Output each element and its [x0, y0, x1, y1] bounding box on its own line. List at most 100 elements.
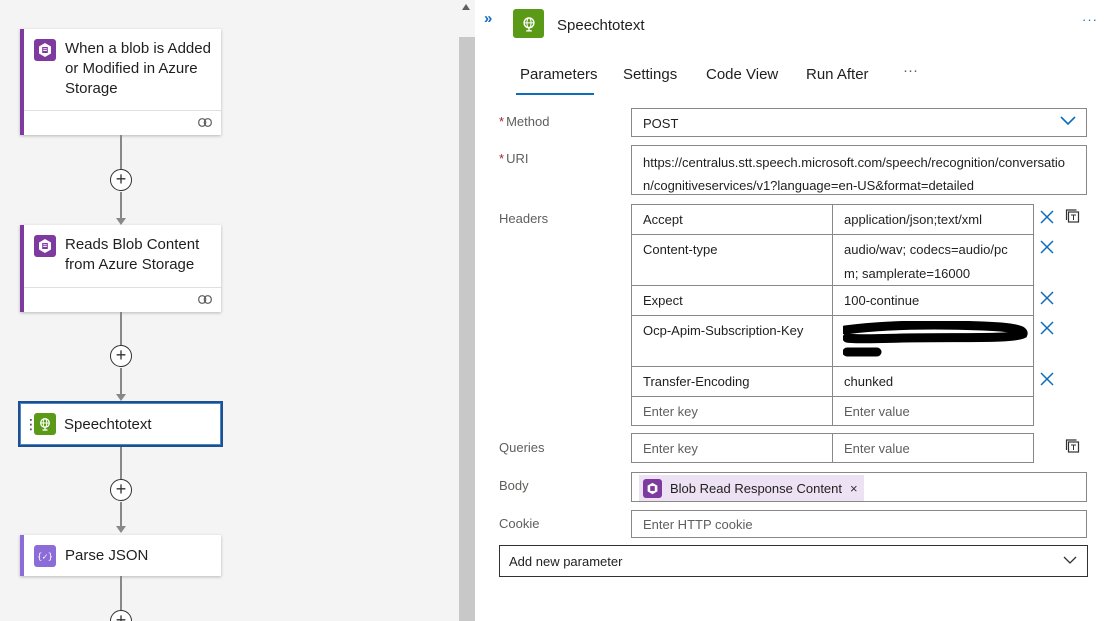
svg-text:{✓}: {✓}	[38, 552, 52, 562]
connector-line	[120, 576, 122, 611]
query-key-input[interactable]: Enter key	[631, 433, 833, 463]
connector-line	[120, 368, 122, 394]
canvas-scrollbar-thumb[interactable]	[459, 37, 475, 621]
header-value-cell[interactable]: application/json;text/xml	[832, 204, 1034, 235]
header-value-cell[interactable]: 100-continue	[832, 285, 1034, 316]
header-key-cell[interactable]: Content-type	[631, 234, 833, 286]
uri-input[interactable]: https://centralus.stt.speech.microsoft.c…	[631, 145, 1087, 195]
method-label: * Method	[499, 114, 549, 129]
read-blob-card-footer	[24, 287, 221, 311]
connector-line	[120, 447, 122, 479]
queries-label: Queries	[499, 440, 545, 455]
uri-label: * URI	[499, 151, 528, 166]
designer-canvas: When a blob is Added or Modified in Azur…	[0, 0, 459, 621]
delete-header-icon[interactable]	[1040, 210, 1054, 224]
tab-parameters[interactable]: Parameters	[520, 66, 598, 83]
remove-token-icon[interactable]: ×	[850, 481, 858, 496]
header-key-cell[interactable]: Ocp-Apim-Subscription-Key	[631, 315, 833, 367]
method-label-text: Method	[506, 114, 550, 129]
key-placeholder: Enter key	[643, 404, 698, 419]
required-marker: *	[499, 114, 505, 129]
panel-title: Speechtotext	[557, 17, 645, 34]
header-key-cell[interactable]: Accept	[631, 204, 833, 235]
insert-step-button[interactable]: +	[110, 610, 132, 621]
new-header-key-input[interactable]: Enter key	[631, 396, 833, 426]
switch-to-text-mode-icon[interactable]	[1065, 438, 1081, 454]
header-value: audio/wav; codecs=audio/pcm; samplerate=…	[844, 242, 1008, 281]
cookie-label: Cookie	[499, 516, 540, 531]
delete-header-icon[interactable]	[1040, 240, 1054, 254]
chevron-down-icon	[1060, 116, 1076, 126]
drag-handle-icon[interactable]: ⋮	[24, 416, 38, 433]
scroll-up-arrow-icon[interactable]	[462, 4, 470, 10]
body-label: Body	[499, 478, 529, 493]
header-value: application/json;text/xml	[844, 212, 983, 227]
parse-json-title: Parse JSON	[65, 547, 149, 564]
uri-label-text: URI	[506, 151, 529, 166]
cookie-input[interactable]: Enter HTTP cookie	[631, 510, 1087, 538]
insert-step-button[interactable]: +	[110, 479, 132, 501]
header-value-cell-redacted[interactable]	[832, 315, 1034, 367]
connector-line	[120, 192, 122, 218]
delete-header-icon[interactable]	[1040, 291, 1054, 305]
connector-line	[120, 502, 122, 526]
speechtotext-title: Speechtotext	[64, 415, 152, 433]
add-new-parameter-dropdown[interactable]: Add new parameter	[499, 545, 1088, 577]
collapse-panel-icon[interactable]: »	[484, 10, 492, 27]
blob-storage-icon	[643, 478, 662, 498]
required-marker: *	[499, 151, 505, 166]
speech-globe-icon	[34, 413, 56, 435]
cookie-placeholder: Enter HTTP cookie	[643, 517, 753, 532]
value-placeholder: Enter value	[844, 441, 910, 456]
speech-globe-icon	[513, 9, 544, 38]
read-blob-card[interactable]: Reads Blob Content from Azure Storage	[20, 225, 221, 312]
dynamic-content-token[interactable]: Blob Read Response Content ×	[639, 475, 864, 501]
query-value-input[interactable]: Enter value	[832, 433, 1034, 463]
blob-storage-icon	[34, 235, 56, 257]
header-key-cell[interactable]: Transfer-Encoding	[631, 366, 833, 397]
tab-code-view[interactable]: Code View	[706, 66, 778, 83]
panel-more-options-icon[interactable]: ···	[1082, 12, 1098, 27]
header-key: Content-type	[643, 242, 718, 257]
arrow-head-icon	[116, 526, 126, 533]
trigger-card[interactable]: When a blob is Added or Modified in Azur…	[20, 29, 221, 135]
arrow-head-icon	[116, 218, 126, 225]
link-icon	[198, 118, 212, 127]
method-select[interactable]: POST	[631, 108, 1087, 137]
body-input[interactable]: Blob Read Response Content ×	[631, 472, 1087, 502]
new-header-value-input[interactable]: Enter value	[832, 396, 1034, 426]
arrow-head-icon	[116, 394, 126, 401]
header-key: Transfer-Encoding	[643, 374, 750, 389]
link-icon	[198, 295, 212, 304]
insert-step-button[interactable]: +	[110, 345, 132, 367]
header-value-cell[interactable]: chunked	[832, 366, 1034, 397]
header-key-cell[interactable]: Expect	[631, 285, 833, 316]
connector-line	[120, 135, 122, 173]
key-placeholder: Enter key	[643, 441, 698, 456]
tab-settings[interactable]: Settings	[623, 66, 677, 83]
read-blob-title: Reads Blob Content from Azure Storage	[65, 236, 200, 273]
speechtotext-card[interactable]: ⋮ Speechtotext	[18, 401, 223, 447]
header-value-cell[interactable]: audio/wav; codecs=audio/pcm; samplerate=…	[832, 234, 1034, 286]
header-value: 100-continue	[844, 293, 920, 308]
action-details-panel: » Speechtotext ··· Parameters Settings C…	[476, 0, 1104, 621]
header-key: Ocp-Apim-Subscription-Key	[643, 323, 804, 338]
method-value: POST	[643, 116, 679, 131]
trigger-card-footer	[24, 110, 221, 134]
parse-json-card[interactable]: {✓} Parse JSON	[20, 535, 221, 576]
add-parameter-label: Add new parameter	[509, 554, 623, 569]
value-placeholder: Enter value	[844, 404, 910, 419]
header-key: Expect	[643, 293, 683, 308]
headers-label: Headers	[499, 211, 549, 226]
blob-storage-icon	[34, 39, 56, 61]
tab-more-icon[interactable]: ···	[903, 62, 918, 79]
delete-header-icon[interactable]	[1040, 321, 1054, 335]
switch-to-text-mode-icon[interactable]	[1065, 208, 1081, 224]
connector-line	[120, 312, 122, 345]
header-key: Accept	[643, 212, 683, 227]
active-tab-indicator	[516, 93, 594, 95]
json-braces-icon: {✓}	[34, 544, 56, 567]
tab-run-after[interactable]: Run After	[806, 66, 869, 83]
delete-header-icon[interactable]	[1040, 372, 1054, 386]
insert-step-button[interactable]: +	[110, 169, 132, 191]
